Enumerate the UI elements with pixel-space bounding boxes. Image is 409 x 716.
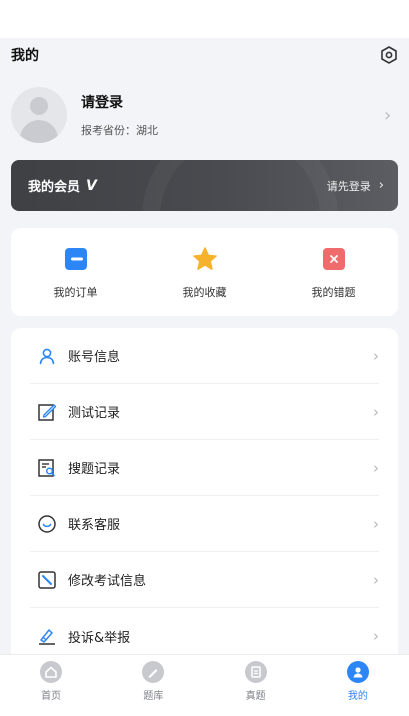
quick-action-favorites[interactable]: 我的收藏 <box>140 228 269 316</box>
tab-question-bank[interactable]: 题库 <box>113 661 193 702</box>
menu-item-search-records[interactable]: 搜题记录 › <box>30 440 379 496</box>
order-icon <box>63 246 89 272</box>
quick-actions-card: 我的订单 我的收藏 我的错题 <box>11 228 398 316</box>
chevron-right-icon: › <box>378 178 384 193</box>
tab-home[interactable]: 首页 <box>11 661 91 702</box>
quick-action-label: 我的错题 <box>311 286 356 299</box>
tab-profile[interactable]: 我的 <box>318 661 398 702</box>
login-prompt: 请登录 <box>81 95 123 111</box>
chevron-right-icon: › <box>384 104 392 126</box>
quick-action-label: 我的订单 <box>53 286 98 299</box>
tab-label: 题库 <box>143 691 164 702</box>
menu-item-label: 测试记录 <box>68 406 121 421</box>
profile-text: 请登录 报考省份：湖北 <box>81 92 384 138</box>
tab-past-papers[interactable]: 真题 <box>216 661 296 702</box>
vip-card[interactable]: 我的会员 V 请先登录 › <box>11 160 398 211</box>
tab-label: 首页 <box>41 691 62 702</box>
status-bar <box>0 0 409 38</box>
bottom-tab-bar: 首页 题库 真题 我的 <box>0 654 409 716</box>
tab-label: 真题 <box>245 691 266 702</box>
edit-exam-info-icon <box>37 570 57 590</box>
star-icon <box>192 246 218 272</box>
menu-item-label: 搜题记录 <box>68 462 121 477</box>
menu-item-label: 联系客服 <box>68 518 121 533</box>
menu-list: 账号信息 › 测试记录 › 搜题记录 › 联系客服 › 修改考试信息 › 投诉&… <box>11 328 398 668</box>
menu-item-edit-exam-info[interactable]: 修改考试信息 › <box>30 552 379 608</box>
menu-item-test-records[interactable]: 测试记录 › <box>30 384 379 440</box>
chevron-right-icon: › <box>373 570 379 589</box>
menu-item-label: 修改考试信息 <box>68 574 147 589</box>
home-icon <box>40 661 63 683</box>
menu-item-account-info[interactable]: 账号信息 › <box>30 328 379 384</box>
user-icon <box>37 346 57 366</box>
menu-item-label: 投诉&举报 <box>68 630 131 646</box>
quick-action-orders[interactable]: 我的订单 <box>11 228 140 316</box>
page-header: 我的 <box>0 38 409 72</box>
vip-login-prompt[interactable]: 请先登录 <box>327 178 371 194</box>
edit-record-icon <box>37 402 57 422</box>
vip-badge-icon: V <box>86 177 97 194</box>
question-bank-icon <box>142 661 165 683</box>
past-papers-icon <box>244 661 267 683</box>
settings-gear-icon[interactable] <box>379 45 399 65</box>
page-title: 我的 <box>11 48 39 64</box>
chevron-right-icon: › <box>373 402 379 421</box>
province-label: 报考省份： <box>81 124 136 137</box>
chevron-right-icon: › <box>373 346 379 365</box>
wrong-question-icon <box>321 246 347 272</box>
chevron-right-icon: › <box>373 627 379 645</box>
quick-action-label: 我的收藏 <box>182 286 227 299</box>
tab-label: 我的 <box>347 691 368 702</box>
exam-province: 报考省份：湖北 <box>81 122 384 138</box>
search-record-icon <box>37 458 57 478</box>
vip-title: 我的会员 <box>28 180 81 195</box>
profile-icon <box>346 661 369 683</box>
province-value: 湖北 <box>136 124 158 137</box>
menu-item-customer-service[interactable]: 联系客服 › <box>30 496 379 552</box>
menu-item-label: 账号信息 <box>68 350 121 365</box>
settings-gear-svg <box>381 46 397 64</box>
profile-section[interactable]: 请登录 报考省份：湖北 › <box>0 82 409 148</box>
chevron-right-icon: › <box>373 458 379 477</box>
chevron-right-icon: › <box>373 514 379 533</box>
quick-action-wrong-questions[interactable]: 我的错题 <box>269 228 398 316</box>
avatar <box>11 87 67 143</box>
complaint-icon <box>37 626 57 646</box>
customer-service-icon <box>37 514 57 534</box>
